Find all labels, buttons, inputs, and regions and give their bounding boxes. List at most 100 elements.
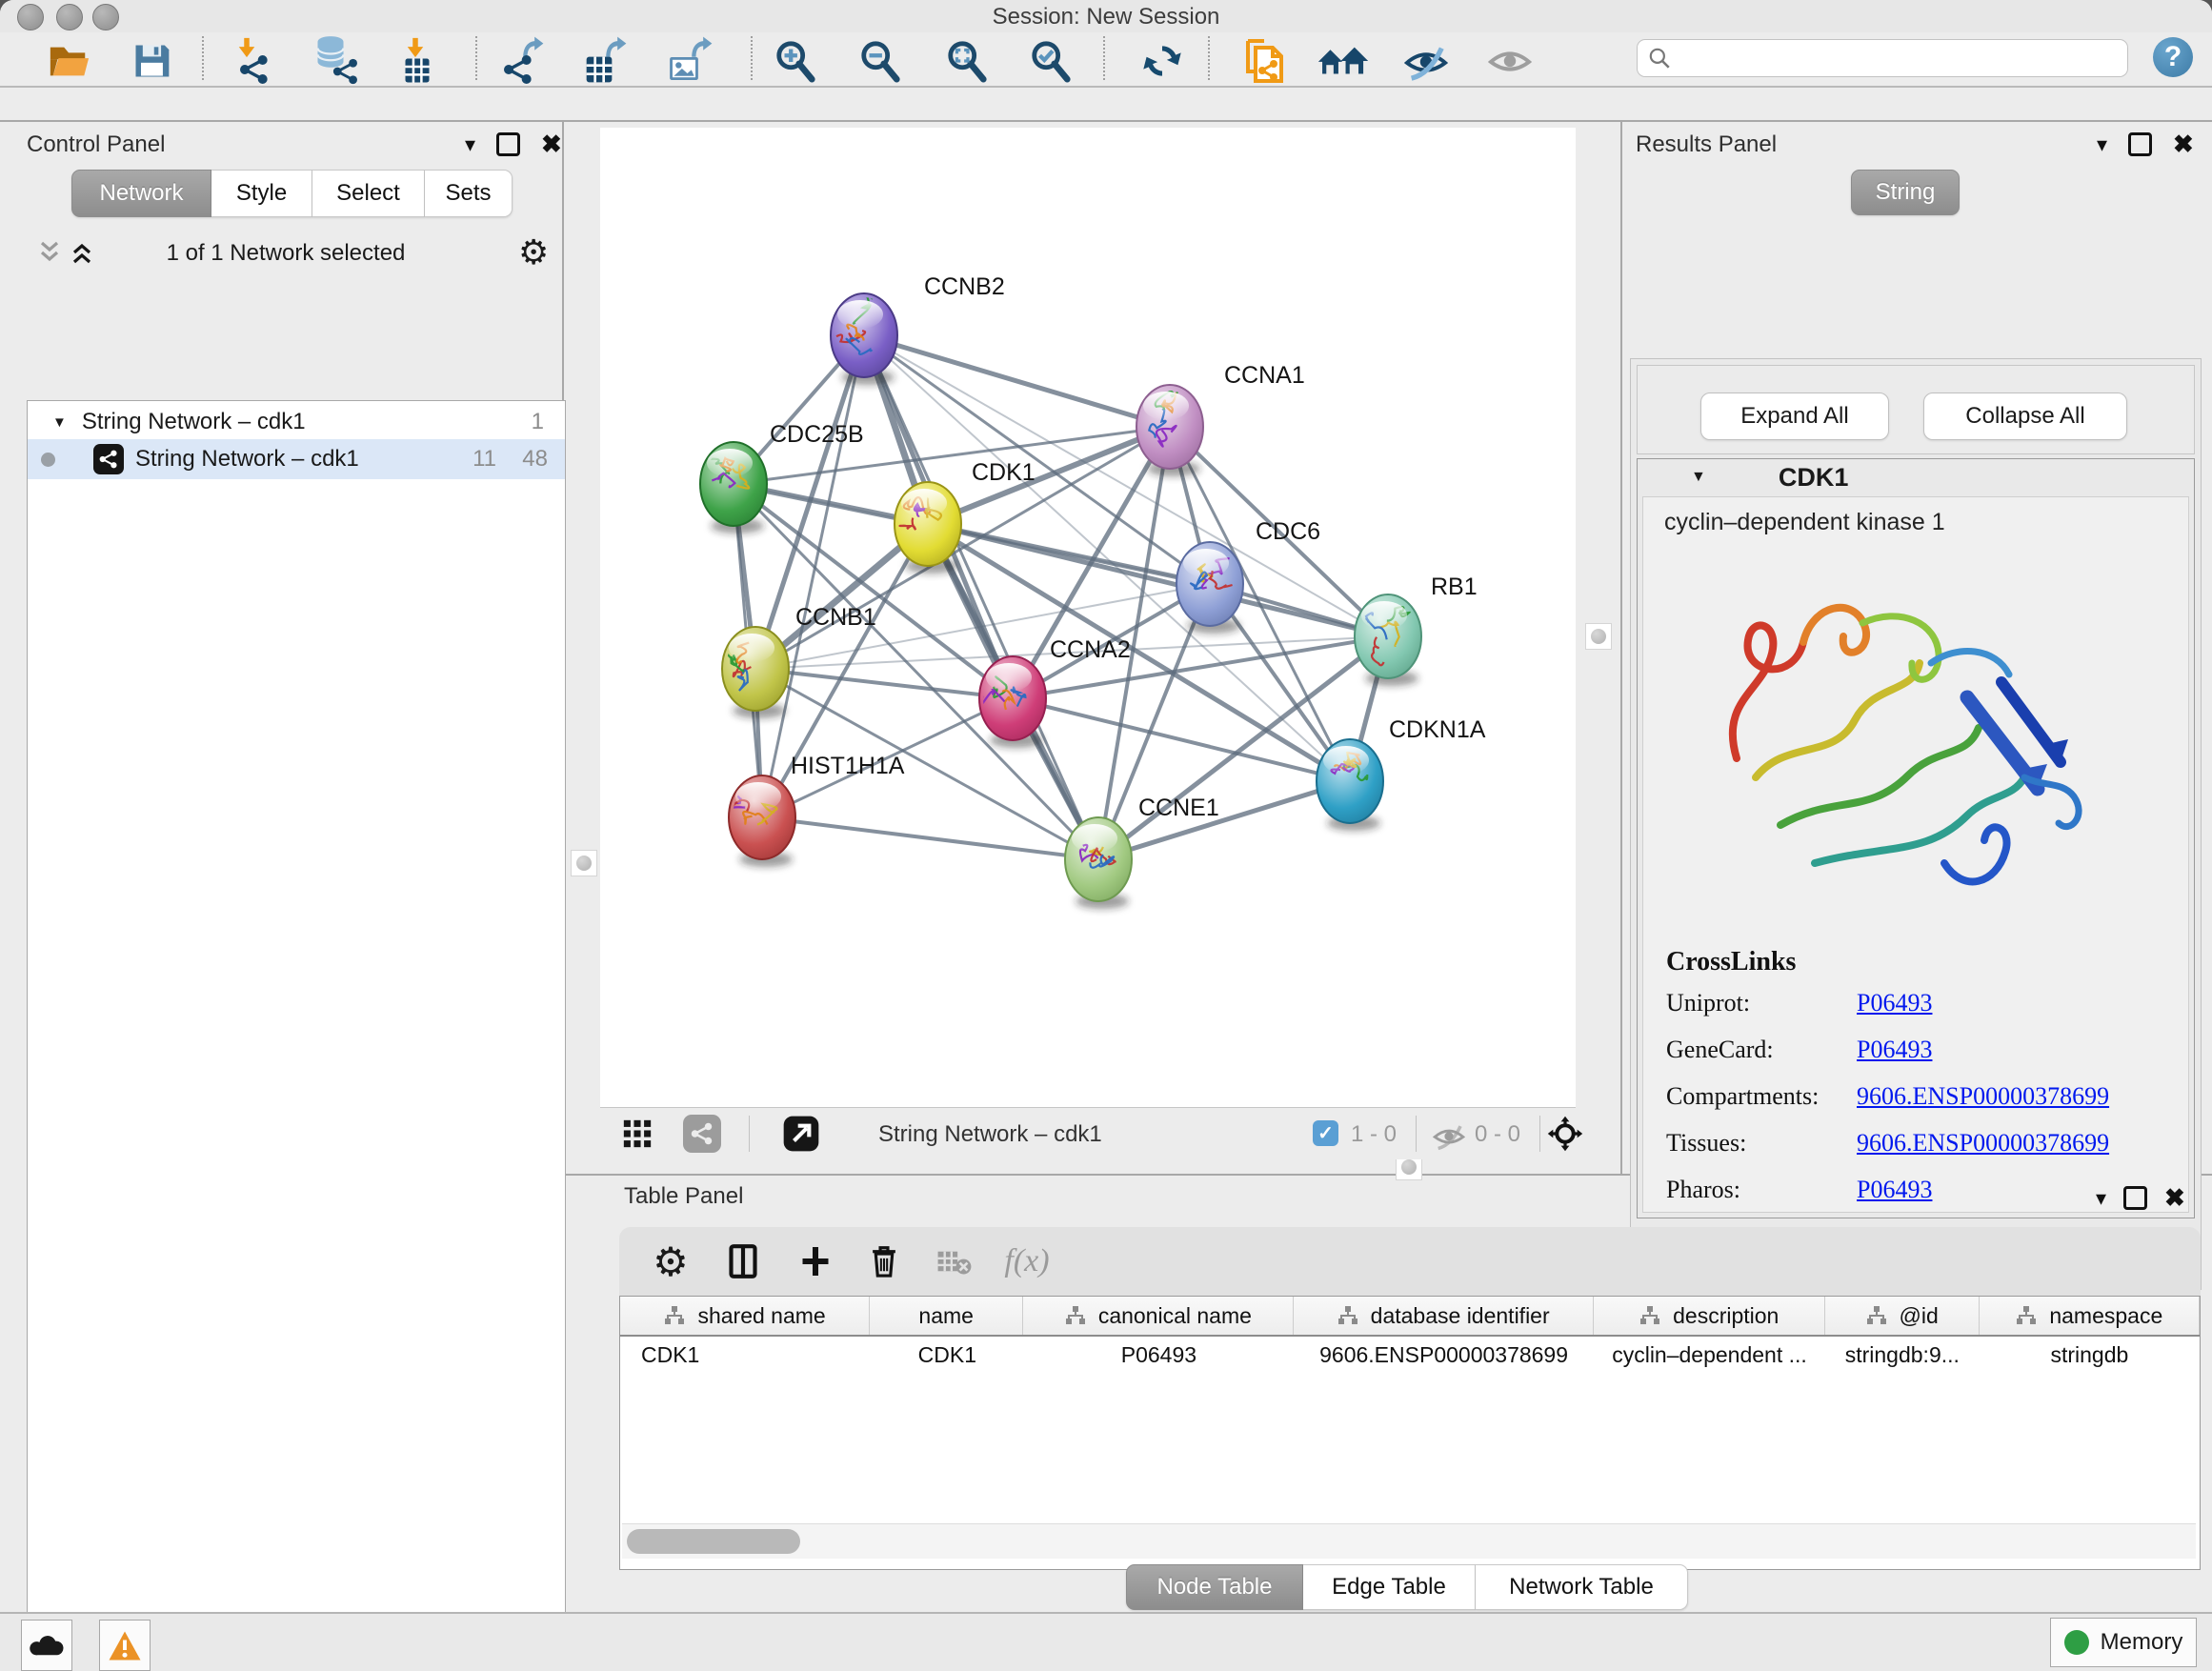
right-splitter-handle[interactable]: [1585, 623, 1612, 650]
import-network-database-button[interactable]: [312, 35, 363, 87]
export-image-button[interactable]: [666, 35, 717, 87]
zoom-selected-button[interactable]: [1025, 35, 1076, 87]
column-header--id[interactable]: @id: [1825, 1297, 1980, 1335]
clone-network-button[interactable]: [1239, 35, 1291, 87]
tab-sets[interactable]: Sets: [425, 170, 513, 217]
results-panel-menu-icon[interactable]: ▾: [2097, 132, 2107, 157]
network-canvas[interactable]: CCNB2CCNA1CDC25BCDK1CDC6RB1CCNB1CCNA2CDK…: [600, 128, 1576, 1107]
network-row[interactable]: String Network – cdk1 11 48: [28, 439, 565, 479]
network-graph[interactable]: CCNB2CCNA1CDC25BCDK1CDC6RB1CCNB1CCNA2CDK…: [600, 128, 1576, 1107]
table-cell[interactable]: CDK1: [871, 1342, 1024, 1368]
show-all-button[interactable]: [1484, 35, 1536, 87]
hide-selection-button[interactable]: [1400, 35, 1452, 87]
refresh-layout-button[interactable]: [1136, 35, 1188, 87]
network-edge[interactable]: [755, 669, 1013, 698]
memory-button[interactable]: Memory: [2050, 1618, 2197, 1667]
table-settings-gear-icon[interactable]: ⚙: [646, 1237, 695, 1286]
column-header-shared-name[interactable]: shared name: [620, 1297, 870, 1335]
network-node-ccnb2[interactable]: CCNB2: [831, 273, 1005, 377]
table-cell[interactable]: stringdb:9...: [1825, 1342, 1980, 1368]
column-header-canonical-name[interactable]: canonical name: [1023, 1297, 1293, 1335]
results-panel-close-icon[interactable]: ✖: [2173, 130, 2194, 159]
results-panel-float-icon[interactable]: [2128, 132, 2152, 156]
zoom-in-button[interactable]: [770, 35, 821, 87]
table-cell[interactable]: CDK1: [620, 1342, 871, 1368]
network-edge[interactable]: [864, 335, 1170, 427]
tab-select[interactable]: Select: [312, 170, 425, 217]
network-node-cdkn1a[interactable]: CDKN1A: [1317, 716, 1486, 823]
export-network-button[interactable]: [499, 35, 551, 87]
first-neighbors-button[interactable]: [1317, 35, 1369, 87]
crosslink-compartments-link[interactable]: 9606.ENSP00000378699: [1857, 1082, 2109, 1111]
tab-string[interactable]: String: [1851, 170, 1960, 215]
control-panel-menu-icon[interactable]: ▾: [465, 132, 475, 157]
tab-edge-table[interactable]: Edge Table: [1303, 1564, 1476, 1610]
network-options-gear-icon[interactable]: ⚙: [518, 232, 549, 272]
table-panel-close-icon[interactable]: ✖: [2164, 1183, 2185, 1213]
column-header-description[interactable]: description: [1594, 1297, 1825, 1335]
zoom-out-button[interactable]: [855, 35, 906, 87]
crosslink-genecard-link[interactable]: P06493: [1857, 1036, 1932, 1064]
network-node-cdk1[interactable]: CDK1: [895, 459, 1036, 566]
open-in-window-icon[interactable]: [779, 1112, 823, 1156]
network-node-hist1h1a[interactable]: HIST1H1A: [728, 753, 905, 859]
help-button[interactable]: ?: [2153, 37, 2193, 77]
tab-style[interactable]: Style: [211, 170, 312, 217]
protein-collapse-icon[interactable]: ▼: [1691, 469, 1706, 486]
table-cell[interactable]: P06493: [1024, 1342, 1294, 1368]
delete-column-trash-icon[interactable]: [859, 1237, 909, 1286]
collapse-all-networks-icon[interactable]: [38, 240, 61, 265]
protein-section-header[interactable]: ▼ CDK1: [1638, 459, 2194, 495]
import-network-file-button[interactable]: [229, 35, 280, 87]
network-node-rb1[interactable]: RB1: [1355, 574, 1478, 678]
table-cell[interactable]: cyclin–dependent ...: [1594, 1342, 1825, 1368]
zoom-fit-button[interactable]: [941, 35, 993, 87]
show-columns-icon[interactable]: [718, 1237, 768, 1286]
export-table-button[interactable]: [580, 35, 632, 87]
column-header-name[interactable]: name: [870, 1297, 1023, 1335]
warnings-button[interactable]: [99, 1620, 151, 1671]
table-horizontal-scrollbar[interactable]: [622, 1523, 2196, 1559]
network-edge[interactable]: [1098, 781, 1350, 859]
collection-expander-icon[interactable]: ▼: [52, 414, 67, 431]
selected-nodes-checkbox[interactable]: ✓: [1313, 1120, 1338, 1146]
network-edge[interactable]: [762, 335, 864, 817]
tab-node-table[interactable]: Node Table: [1126, 1564, 1303, 1610]
table-panel-float-icon[interactable]: [2123, 1186, 2147, 1210]
cloud-status-button[interactable]: [21, 1620, 72, 1671]
table-cell[interactable]: 9606.ENSP00000378699: [1294, 1342, 1594, 1368]
birds-eye-view-icon[interactable]: [1543, 1112, 1587, 1156]
crosslink-uniprot-link[interactable]: P06493: [1857, 989, 1932, 1017]
grid-view-icon[interactable]: [615, 1112, 659, 1156]
network-node-ccna2[interactable]: CCNA2: [979, 636, 1131, 740]
import-table-file-button[interactable]: [392, 35, 443, 87]
network-edge[interactable]: [762, 817, 1098, 859]
search-input[interactable]: [1672, 45, 2095, 71]
control-panel-float-icon[interactable]: [496, 132, 520, 156]
open-session-button[interactable]: [43, 35, 94, 87]
delete-table-icon[interactable]: [930, 1237, 979, 1286]
column-header-namespace[interactable]: namespace: [1980, 1297, 2200, 1335]
table-panel-menu-icon[interactable]: ▾: [2096, 1186, 2106, 1211]
column-header-database-identifier[interactable]: database identifier: [1294, 1297, 1594, 1335]
collapse-all-button[interactable]: Collapse All: [1923, 393, 2127, 440]
add-column-icon[interactable]: [791, 1237, 840, 1286]
control-panel-close-icon[interactable]: ✖: [541, 130, 562, 159]
search-field[interactable]: [1637, 39, 2128, 77]
tab-network[interactable]: Network: [71, 170, 211, 217]
crosslink-tissues-link[interactable]: 9606.ENSP00000378699: [1857, 1129, 2109, 1158]
network-node-cdc25b[interactable]: CDC25B: [700, 421, 864, 526]
network-share-icon[interactable]: [680, 1112, 724, 1156]
network-edge[interactable]: [864, 335, 1098, 859]
scrollbar-thumb[interactable]: [627, 1529, 800, 1554]
left-splitter-handle[interactable]: [571, 850, 597, 876]
tab-network-table[interactable]: Network Table: [1476, 1564, 1688, 1610]
function-builder-icon[interactable]: f(x): [1002, 1237, 1052, 1286]
network-node-ccna1[interactable]: CCNA1: [1136, 362, 1305, 469]
table-row[interactable]: CDK1CDK1P064939606.ENSP00000378699cyclin…: [620, 1337, 2200, 1373]
save-session-button[interactable]: [126, 35, 177, 87]
network-collection-row[interactable]: ▼ String Network – cdk1 1: [28, 405, 565, 439]
expand-all-button[interactable]: Expand All: [1700, 393, 1889, 440]
expand-all-networks-icon[interactable]: [70, 240, 93, 265]
table-cell[interactable]: stringdb: [1980, 1342, 2200, 1368]
